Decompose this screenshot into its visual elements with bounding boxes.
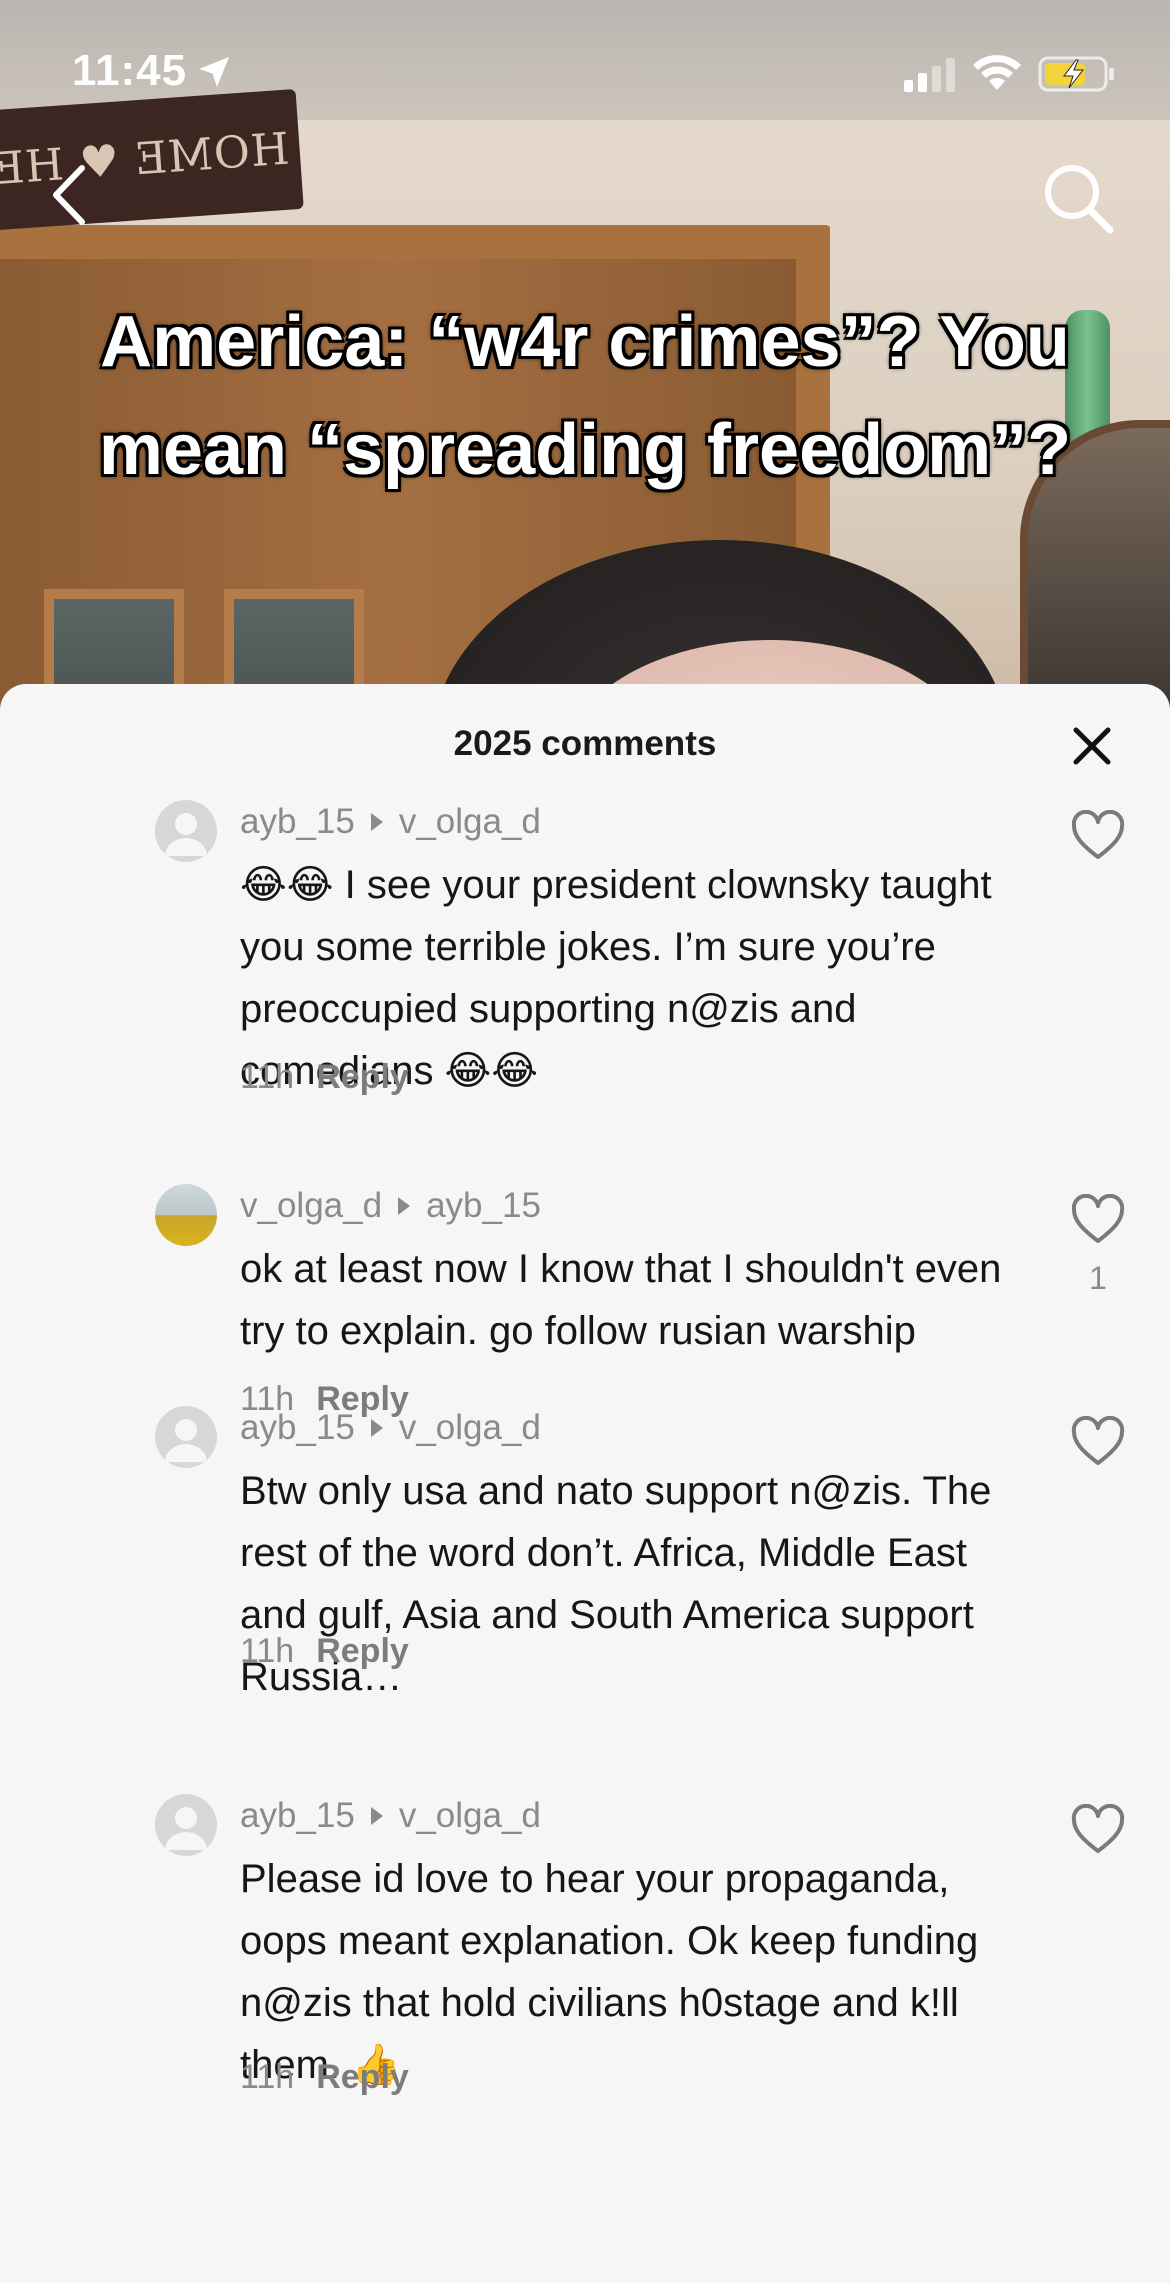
heart-outline-icon[interactable] [1070, 1194, 1126, 1246]
comment-meta: ayb_15 v_olga_d [240, 1796, 541, 1836]
status-time: 11:45 [72, 46, 188, 95]
reply-button[interactable]: Reply [316, 1632, 409, 1670]
heart-outline-icon[interactable] [1070, 1416, 1126, 1468]
avatar[interactable] [155, 800, 217, 862]
triangle-right-icon [370, 1807, 383, 1825]
comment-meta: ayb_15 v_olga_d [240, 802, 541, 842]
comment-footer: 11h Reply [240, 1058, 409, 1097]
comment-author[interactable]: ayb_15 [240, 1408, 355, 1448]
triangle-right-icon [370, 813, 383, 831]
wifi-icon [973, 55, 1021, 90]
cellular-signal-icon [904, 58, 955, 92]
comment-author[interactable]: ayb_15 [240, 802, 355, 842]
comment-reply-to[interactable]: v_olga_d [399, 1796, 541, 1836]
comments-count-title: 2025 comments [453, 724, 717, 763]
comment-time: 11h [240, 1632, 295, 1670]
comment-reply-to[interactable]: ayb_15 [426, 1186, 541, 1226]
comment-footer: 11h Reply [240, 1632, 409, 1671]
comment-meta: ayb_15 v_olga_d [240, 1408, 541, 1448]
comment-reply-to[interactable]: v_olga_d [399, 802, 541, 842]
comment-meta: v_olga_d ayb_15 [240, 1186, 541, 1226]
triangle-right-icon [398, 1197, 411, 1215]
back-button[interactable] [44, 160, 94, 230]
comment-reply-to[interactable]: v_olga_d [399, 1408, 541, 1448]
search-button[interactable] [1040, 160, 1116, 236]
comment-footer: 11h Reply [240, 2058, 409, 2097]
battery-charging-icon [1038, 56, 1114, 92]
close-icon[interactable] [1068, 722, 1116, 770]
comment-item: v_olga_d ayb_15 ok at least now I know t… [0, 1184, 1170, 1418]
comment-time: 11h [240, 2058, 295, 2096]
video-caption: America: “w4r crimes”? You mean “spreadi… [98, 302, 1072, 490]
reply-button[interactable]: Reply [316, 2058, 409, 2096]
location-arrow-icon [199, 57, 229, 87]
reply-button[interactable]: Reply [316, 1058, 409, 1096]
status-bar: 11:45 [0, 0, 1170, 140]
comment-item: ayb_15 v_olga_d 😂😂 I see your president … [0, 800, 1170, 1096]
comment-text: ok at least now I know that I shouldn't … [240, 1247, 1002, 1353]
avatar[interactable] [155, 1184, 217, 1246]
comment-author[interactable]: ayb_15 [240, 1796, 355, 1836]
heart-outline-icon[interactable] [1070, 1804, 1126, 1856]
avatar[interactable] [155, 1406, 217, 1468]
comment-item: ayb_15 v_olga_d Please id love to hear y… [0, 1794, 1170, 2096]
comment-item: ayb_15 v_olga_d Btw only usa and nato su… [0, 1406, 1170, 1699]
like-count: 1 [1089, 1260, 1107, 1296]
avatar[interactable] [155, 1794, 217, 1856]
comment-author[interactable]: v_olga_d [240, 1186, 382, 1226]
comments-sheet: 2025 comments ayb_15 v_olga_d 😂😂 I see y… [0, 684, 1170, 2283]
heart-outline-icon[interactable] [1070, 810, 1126, 862]
default-avatar-icon [165, 1807, 207, 1850]
triangle-right-icon [370, 1419, 383, 1437]
default-avatar-icon [165, 1419, 207, 1462]
default-avatar-icon [165, 813, 207, 856]
comment-time: 11h [240, 1058, 295, 1096]
